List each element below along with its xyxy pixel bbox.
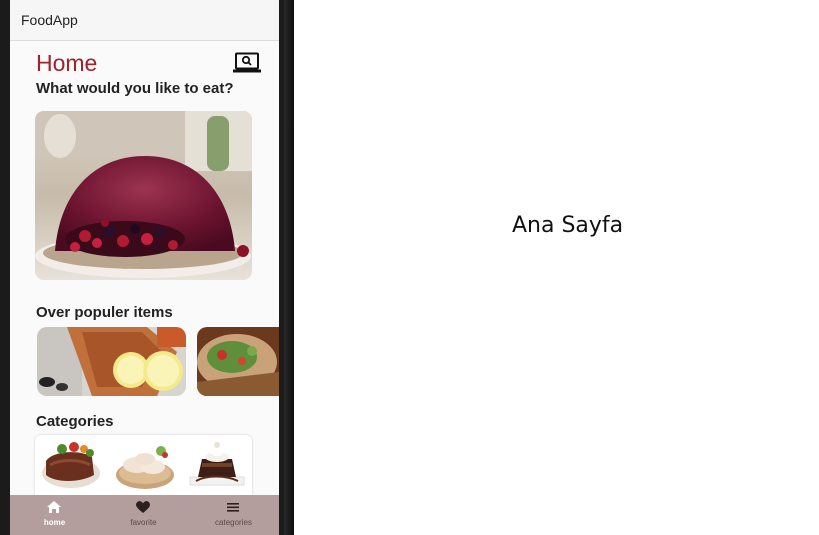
menu-icon — [227, 503, 239, 512]
nav-label-home: home — [43, 518, 66, 527]
chicken-image — [116, 446, 174, 489]
steak-image — [42, 442, 100, 488]
search-button[interactable] — [233, 52, 261, 74]
category-item[interactable] — [113, 439, 175, 491]
nav-item-categories[interactable]: categories — [189, 495, 278, 535]
nav-label-categories: categories — [215, 518, 252, 527]
page-subtitle: What would you like to eat? — [36, 80, 234, 97]
category-item[interactable] — [186, 439, 248, 491]
hero-image[interactable] — [35, 111, 252, 280]
phone-frame: FoodApp Home What would you like to eat? — [0, 0, 294, 535]
nav-item-favorite[interactable]: favorite — [99, 495, 188, 535]
berry-pudding-image — [35, 111, 252, 280]
heart-icon — [136, 501, 150, 513]
categories-section-title: Categories — [36, 413, 114, 430]
popular-item-card[interactable] — [37, 327, 186, 396]
home-icon — [47, 501, 61, 513]
phone-edge — [284, 0, 294, 535]
app-screen: FoodApp Home What would you like to eat? — [10, 0, 279, 535]
app-title: FoodApp — [21, 12, 78, 28]
bottom-navigation: home favorite categories — [10, 495, 279, 535]
nav-item-home[interactable]: home — [10, 495, 99, 535]
nav-label-favorite: favorite — [130, 518, 157, 527]
laptop-search-icon — [233, 52, 261, 73]
popular-item-card[interactable] — [197, 327, 279, 396]
popular-section-title: Over populer items — [36, 304, 173, 321]
chocolate-cake-image — [189, 442, 245, 486]
app-bar: FoodApp — [10, 0, 279, 41]
page-caption: Ana Sayfa — [512, 213, 624, 238]
salad-wrap-image — [197, 327, 279, 396]
category-item[interactable] — [40, 439, 102, 491]
page-title: Home — [36, 50, 98, 76]
grilled-fish-image — [37, 327, 186, 396]
